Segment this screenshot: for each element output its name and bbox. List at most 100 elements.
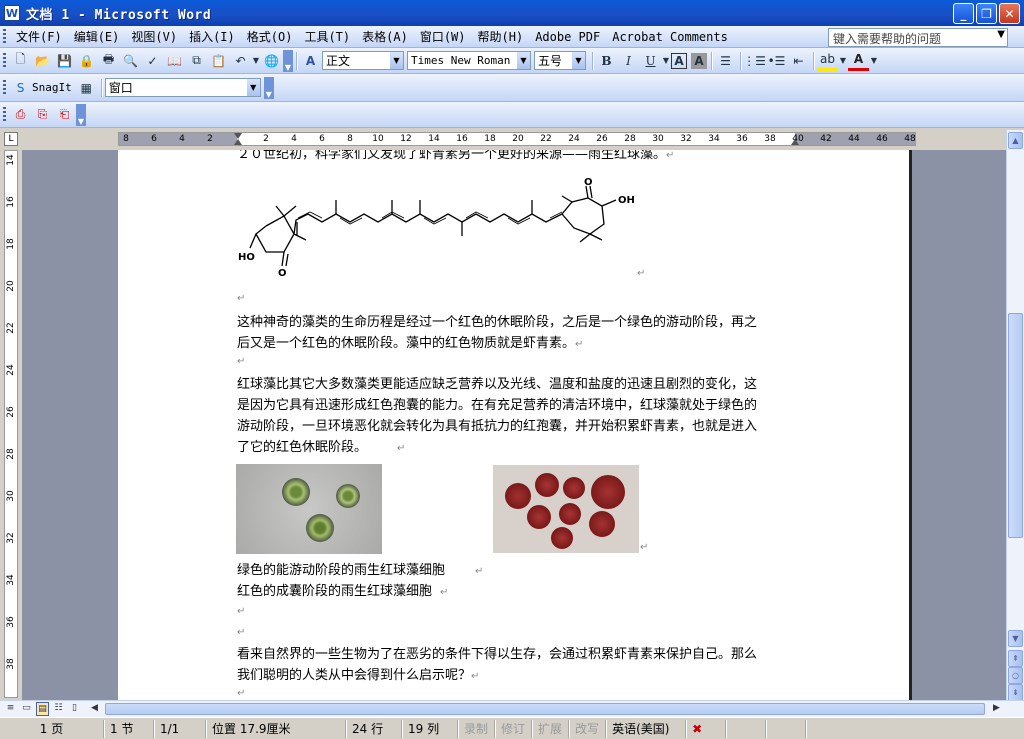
tab-selector[interactable]: L [4, 132, 18, 146]
chevron-down-icon[interactable]: ▼ [517, 52, 530, 69]
font-combo[interactable]: Times New Roman ▼ [407, 51, 531, 70]
chevron-down-icon[interactable]: ▼ [572, 52, 585, 69]
document-line[interactable]: ２０世纪初，科学家们又发现了虾青素另一个更好的来源——雨生红球藻。↵ [237, 150, 797, 166]
caption-1[interactable]: 绿色的能游动阶段的雨生红球藻细胞 ↵ [237, 560, 797, 582]
underline-button[interactable]: U [640, 51, 661, 71]
chevron-down-icon[interactable]: ▼ [390, 52, 403, 69]
status-extend[interactable]: 扩展 [532, 719, 570, 738]
scroll-left-icon[interactable]: ◀ [88, 702, 101, 716]
toolbar-grip[interactable] [3, 52, 6, 69]
menu-file[interactable]: 文件(F) [10, 26, 68, 47]
font-color-icon[interactable]: A [848, 51, 869, 71]
toolbar-grip[interactable] [3, 106, 6, 123]
toolbar-options-chevron[interactable]: ▼ [283, 49, 293, 72]
decrease-indent-icon[interactable]: ⇤ [788, 51, 809, 71]
print-layout-view-icon[interactable]: ▤ [36, 702, 49, 716]
paragraph-3[interactable]: 看来自然界的一些生物为了在恶劣的条件下得以生存，会通过积累虾青素来保护自己。那么… [237, 644, 797, 687]
new-document-icon[interactable]: 🗋 [10, 51, 31, 71]
paste-icon[interactable]: 📋 [208, 51, 229, 71]
menu-tools[interactable]: 工具(T) [298, 26, 356, 47]
help-search-input[interactable]: 键入需要帮助的问题 ▼ [828, 28, 1008, 47]
character-shading-button[interactable]: A [691, 52, 707, 69]
status-record[interactable]: 录制 [458, 719, 496, 738]
print-preview-icon[interactable]: 🔍 [120, 51, 141, 71]
snagit-window-combo[interactable]: 窗口 ▼ [104, 78, 261, 97]
select-browse-object-icon[interactable]: ○ [1008, 667, 1023, 684]
spelling-icon[interactable]: ✓ [142, 51, 163, 71]
word-app-icon[interactable]: W [4, 5, 20, 21]
save-icon[interactable]: 💾 [54, 51, 75, 71]
character-border-button[interactable]: A [671, 52, 687, 69]
reading-layout-view-icon[interactable]: ▯ [68, 702, 81, 716]
research-icon[interactable]: 📖 [164, 51, 185, 71]
spelling-status-icon[interactable]: ✖ [686, 719, 727, 738]
permission-icon[interactable]: 🔒 [76, 51, 97, 71]
paragraph-2[interactable]: 红球藻比其它大多数藻类更能适应缺乏营养以及光线、温度和盐度的迅速且剧烈的变化，这… [237, 374, 797, 459]
vertical-scroll-thumb[interactable] [1008, 313, 1023, 538]
highlight-dropdown-icon[interactable]: ▼ [839, 51, 847, 71]
hanging-indent-marker[interactable] [234, 139, 242, 145]
normal-view-icon[interactable]: ≡ [4, 702, 17, 716]
menu-adobe-pdf[interactable]: Adobe PDF [529, 28, 606, 46]
document-page[interactable]: ２０世纪初，科学家们又发现了虾青素另一个更好的来源——雨生红球藻。↵ HO O … [118, 150, 912, 700]
menu-table[interactable]: 表格(A) [356, 26, 414, 47]
toolbar-grip[interactable] [3, 79, 6, 96]
bold-button[interactable]: B [596, 51, 617, 71]
menu-edit[interactable]: 编辑(E) [68, 26, 126, 47]
menu-acrobat-comments[interactable]: Acrobat Comments [606, 28, 734, 46]
undo-dropdown-icon[interactable]: ▼ [252, 51, 260, 71]
minimize-button[interactable]: _ [953, 3, 974, 24]
paragraph-1[interactable]: 这种神奇的藻类的生命历程是经过一个红色的休眠阶段，之后是一个绿色的游动阶段，再之… [237, 312, 797, 355]
font-color-dropdown-icon[interactable]: ▼ [870, 51, 878, 71]
underline-dropdown-icon[interactable]: ▼ [662, 51, 670, 71]
outline-view-icon[interactable]: ☷ [52, 702, 65, 716]
undo-icon[interactable]: ↶ [230, 51, 251, 71]
snagit-icon[interactable]: S [10, 78, 31, 98]
italic-button[interactable]: I [618, 51, 639, 71]
menu-help[interactable]: 帮助(H) [472, 26, 530, 47]
align-justify-icon[interactable]: ☰ [715, 51, 736, 71]
bullets-icon[interactable]: •☰ [766, 51, 787, 71]
vertical-ruler[interactable]: 14 16 18 20 22 24 26 28 30 32 34 36 38 [4, 150, 18, 698]
caption-2[interactable]: 红色的成囊阶段的雨生红球藻细胞 ↵ [237, 581, 797, 603]
status-overtype[interactable]: 改写 [569, 719, 607, 738]
hyperlink-icon[interactable]: 🌐 [261, 51, 282, 71]
styles-pane-icon[interactable]: A [300, 51, 321, 71]
previous-page-icon[interactable]: ⇞ [1008, 650, 1023, 667]
status-language[interactable]: 英语(美国) [606, 719, 687, 738]
numbering-icon[interactable]: ⋮☰ [743, 51, 766, 71]
horizontal-ruler[interactable]: 8 6 4 2 2 4 6 8 10 12 14 16 18 20 22 24 … [118, 132, 916, 146]
green-algae-cells-photo[interactable] [236, 464, 382, 554]
menu-format[interactable]: 格式(O) [241, 26, 299, 47]
maximize-button[interactable]: ❐ [976, 3, 997, 24]
toolbar-options-chevron[interactable]: ▼ [263, 76, 274, 99]
copy-icon[interactable]: ⧉ [186, 51, 207, 71]
snagit-button[interactable]: SnagIt [32, 81, 72, 94]
convert-to-pdf-icon[interactable]: ⎙ [10, 105, 31, 125]
menu-insert[interactable]: 插入(I) [183, 26, 241, 47]
close-button[interactable]: ✕ [999, 3, 1020, 24]
chevron-down-icon[interactable]: ▼ [997, 29, 1005, 40]
open-folder-icon[interactable]: 📂 [32, 51, 53, 71]
font-size-combo[interactable]: 五号 ▼ [534, 51, 586, 70]
convert-and-review-pdf-icon[interactable]: ⎗ [54, 105, 75, 125]
scroll-up-icon[interactable]: ▲ [1008, 132, 1023, 149]
vertical-scrollbar[interactable]: ▲ ▼ ⇞ ○ ⇟ [1006, 130, 1024, 701]
next-page-icon[interactable]: ⇟ [1008, 684, 1023, 701]
chevron-down-icon[interactable]: ▼ [246, 79, 260, 96]
style-combo[interactable]: 正文 ▼ [322, 51, 404, 70]
convert-and-email-pdf-icon[interactable]: ⎘ [32, 105, 53, 125]
menu-window[interactable]: 窗口(W) [414, 26, 472, 47]
snagit-capture-icon[interactable]: ▦ [76, 78, 97, 98]
menu-grip[interactable] [3, 28, 6, 45]
highlight-icon[interactable]: ab [817, 51, 838, 71]
menu-view[interactable]: 视图(V) [125, 26, 183, 47]
scroll-down-icon[interactable]: ▼ [1008, 630, 1023, 647]
scroll-right-icon[interactable]: ▶ [990, 702, 1003, 716]
status-track-changes[interactable]: 修订 [495, 719, 533, 738]
horizontal-scroll-thumb[interactable] [105, 703, 985, 715]
toolbar-options-chevron[interactable]: ▼ [76, 103, 86, 126]
web-layout-view-icon[interactable]: ▭ [20, 702, 33, 716]
right-indent-marker[interactable] [791, 139, 799, 145]
red-algae-cysts-photo[interactable] [493, 465, 639, 553]
